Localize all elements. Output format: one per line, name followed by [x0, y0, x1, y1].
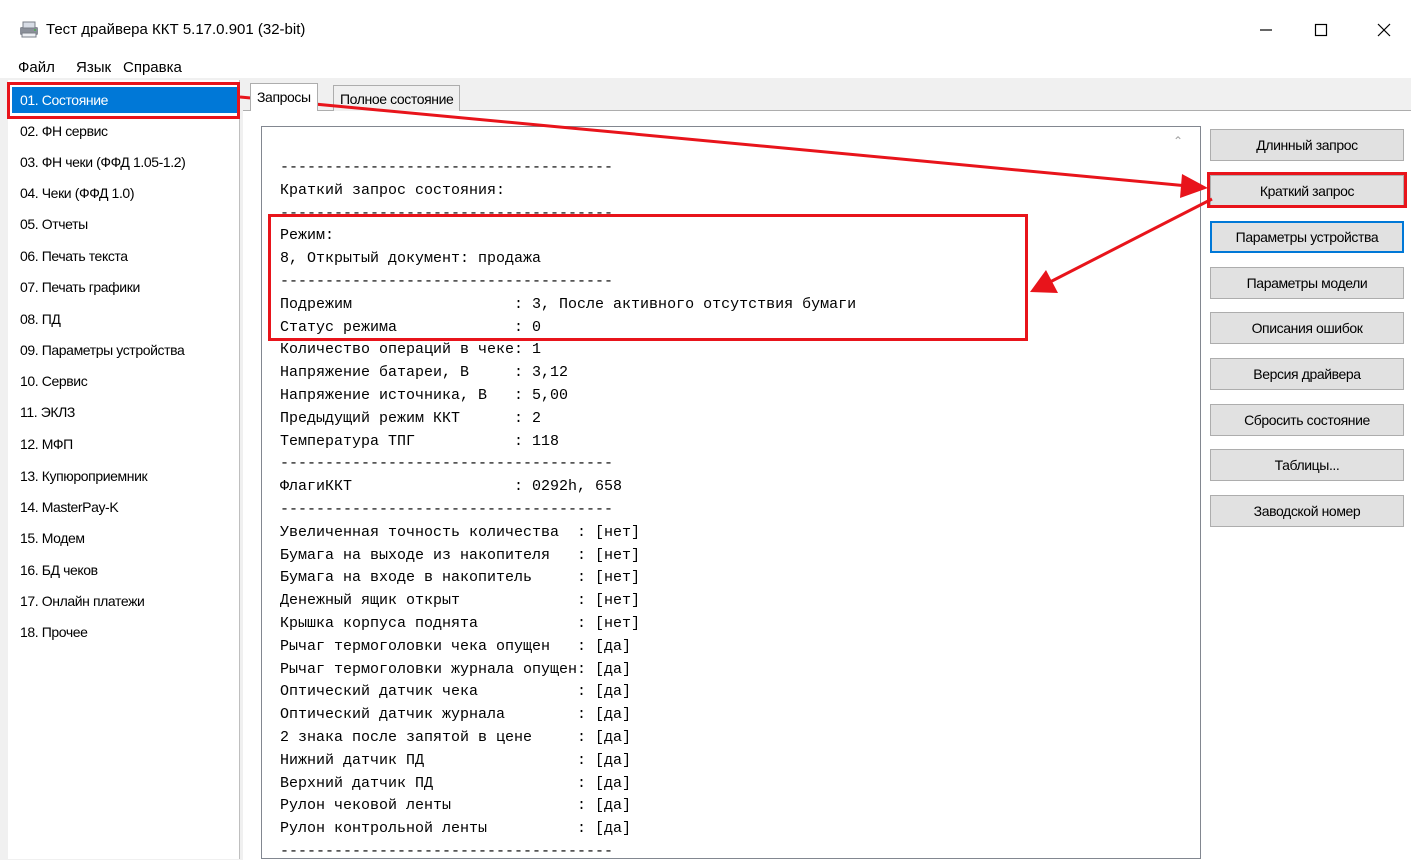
sidebar-item-receipt-db[interactable]: 16. БД чеков — [12, 557, 238, 583]
sidebar-item-state[interactable]: 01. Состояние — [12, 87, 238, 113]
driver-version-button[interactable]: Версия драйвера — [1210, 358, 1404, 390]
title-bar: Тест драйвера ККТ 5.17.0.901 (32-bit) — [0, 0, 1411, 56]
tab-requests[interactable]: Запросы — [250, 83, 318, 111]
menu-language[interactable]: Язык — [76, 59, 111, 76]
short-request-button[interactable]: Краткий запрос — [1210, 175, 1404, 207]
sidebar-item-receipts[interactable]: 04. Чеки (ФФД 1.0) — [12, 180, 238, 206]
sidebar-item-fn-service[interactable]: 02. ФН сервис — [12, 118, 238, 144]
model-params-button[interactable]: Параметры модели — [1210, 267, 1404, 299]
tables-button[interactable]: Таблицы... — [1210, 449, 1404, 481]
menu-help[interactable]: Справка — [123, 59, 182, 76]
long-request-button[interactable]: Длинный запрос — [1210, 129, 1404, 161]
minimize-icon — [1260, 29, 1272, 31]
window-title: Тест драйвера ККТ 5.17.0.901 (32-bit) — [46, 21, 306, 38]
menu-file[interactable]: Файл — [18, 59, 55, 76]
sidebar-item-print-text[interactable]: 06. Печать текста — [12, 243, 238, 269]
maximize-button[interactable] — [1301, 12, 1341, 48]
sidebar-item-online-payments[interactable]: 17. Онлайн платежи — [12, 588, 238, 614]
tab-full-state[interactable]: Полное состояние — [333, 85, 461, 111]
maximize-icon — [1314, 23, 1328, 37]
sidebar-item-eklz[interactable]: 11. ЭКЛЗ — [12, 399, 238, 425]
sidebar-item-fn-receipts[interactable]: 03. ФН чеки (ФФД 1.05-1.2) — [12, 149, 238, 175]
printer-app-icon — [18, 20, 40, 38]
close-icon — [1377, 23, 1391, 37]
sidebar-item-reports[interactable]: 05. Отчеты — [12, 211, 238, 237]
log-text: ------------------------------------- Кр… — [280, 159, 857, 859]
sidebar-item-modem[interactable]: 15. Модем — [12, 525, 238, 551]
close-button[interactable] — [1364, 12, 1404, 48]
sidebar-item-mfp[interactable]: 12. МФП — [12, 431, 238, 457]
serial-number-button[interactable]: Заводской номер — [1210, 495, 1404, 527]
menu-bar: Файл Язык Справка — [0, 56, 1411, 78]
sidebar-item-device-params[interactable]: 09. Параметры устройства — [12, 337, 238, 363]
sidebar-item-bill-acceptor[interactable]: 13. Купюроприемник — [12, 463, 238, 489]
sidebar-item-print-graphics[interactable]: 07. Печать графики — [12, 274, 238, 300]
sidebar-item-pd[interactable]: 08. ПД — [12, 306, 238, 332]
scroll-up-icon[interactable]: ⌃ — [1173, 134, 1183, 148]
sidebar-item-masterpay[interactable]: 14. MasterPay-K — [12, 494, 238, 520]
minimize-button[interactable] — [1246, 12, 1286, 48]
device-params-button[interactable]: Параметры устройства — [1210, 221, 1404, 253]
sidebar-item-service[interactable]: 10. Сервис — [12, 368, 238, 394]
sidebar: 01. Состояние 02. ФН сервис 03. ФН чеки … — [8, 80, 240, 859]
sidebar-item-other[interactable]: 18. Прочее — [12, 619, 238, 645]
log-output[interactable]: ------------------------------------- Кр… — [261, 126, 1201, 859]
reset-state-button[interactable]: Сбросить состояние — [1210, 404, 1404, 436]
error-descriptions-button[interactable]: Описания ошибок — [1210, 312, 1404, 344]
